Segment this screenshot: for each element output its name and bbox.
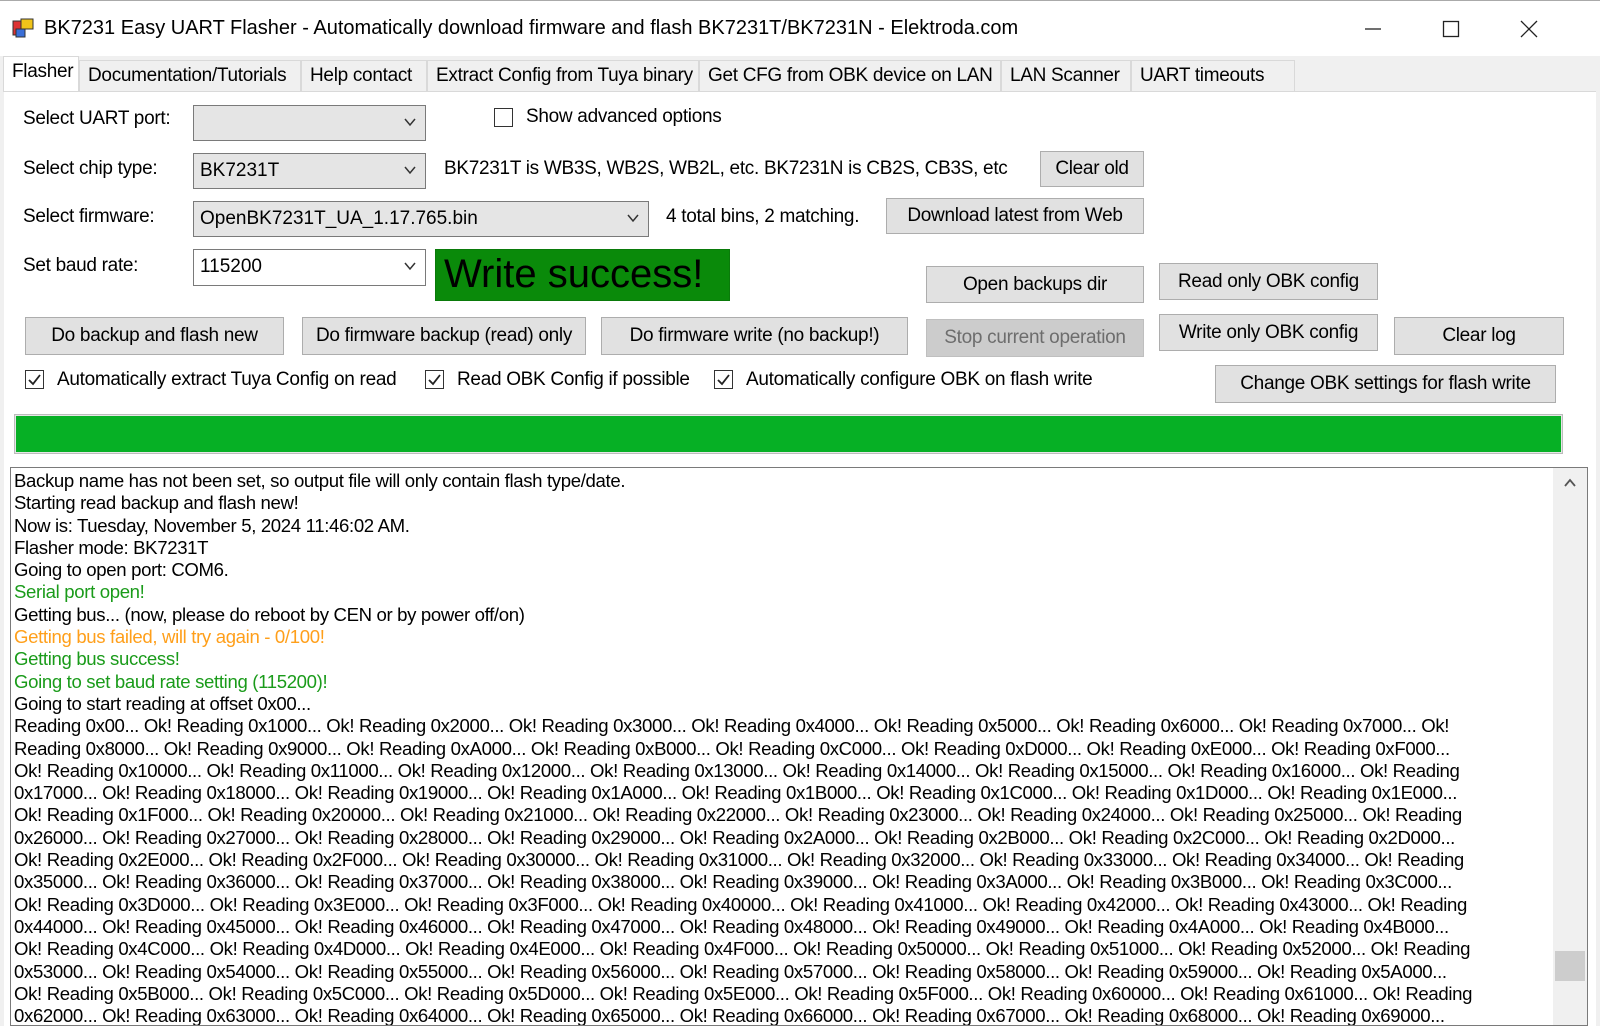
read-only-obk-button[interactable]: Read only OBK config xyxy=(1159,263,1378,300)
tab-help-contact[interactable]: Help contact xyxy=(301,60,427,91)
open-backups-button[interactable]: Open backups dir xyxy=(926,266,1144,303)
maximize-icon xyxy=(1442,20,1460,38)
scroll-thumb[interactable] xyxy=(1555,951,1585,981)
log-line: 0x17000... Ok! Reading 0x18000... Ok! Re… xyxy=(14,782,1458,804)
log-line: Ok! Reading 0x4C000... Ok! Reading 0x4D0… xyxy=(14,938,1471,960)
log-line: Going to set baud rate setting (115200)! xyxy=(14,670,328,692)
log-line: Ok! Reading 0x1F000... Ok! Reading 0x200… xyxy=(14,804,1462,826)
uart-port-select[interactable] xyxy=(193,105,426,141)
baud-rate-combo[interactable]: 115200 xyxy=(193,249,426,286)
stop-operation-button[interactable]: Stop current operation xyxy=(926,319,1144,357)
auto-extract-label: Automatically extract Tuya Config on rea… xyxy=(57,369,397,390)
auto-configure-label: Automatically configure OBK on flash wri… xyxy=(746,369,1093,390)
log-line: 0x35000... Ok! Reading 0x36000... Ok! Re… xyxy=(14,871,1452,893)
backup-and-flash-button[interactable]: Do backup and flash new xyxy=(25,317,284,355)
progress-fill xyxy=(16,416,1561,452)
show-advanced-label: Show advanced options xyxy=(526,106,722,127)
firmware-hint: 4 total bins, 2 matching. xyxy=(666,206,860,227)
chip-type-select[interactable]: BK7231T xyxy=(193,153,426,189)
firmware-write-button[interactable]: Do firmware write (no backup!) xyxy=(601,317,908,355)
progress-bar xyxy=(14,414,1563,454)
log-line: Now is: Tuesday, November 5, 2024 11:46:… xyxy=(14,514,410,536)
log-line: 0x26000... Ok! Reading 0x27000... Ok! Re… xyxy=(14,826,1455,848)
minimize-button[interactable] xyxy=(1334,1,1412,57)
uart-port-label: Select UART port: xyxy=(23,108,171,129)
app-icon xyxy=(12,18,34,38)
log-line: Ok! Reading 0x5B000... Ok! Reading 0x5C0… xyxy=(14,982,1473,1004)
log-line: Reading 0x00... Ok! Reading 0x1000... Ok… xyxy=(14,715,1450,737)
maximize-button[interactable] xyxy=(1412,1,1490,57)
log-line: 0x62000... Ok! Reading 0x63000... Ok! Re… xyxy=(14,1005,1445,1026)
log-line: Backup name has not been set, so output … xyxy=(14,470,626,491)
tab-uart-timeouts[interactable]: UART timeouts xyxy=(1131,60,1295,91)
chevron-down-icon xyxy=(627,214,639,223)
log-line: Ok! Reading 0x3D000... Ok! Reading 0x3E0… xyxy=(14,893,1468,915)
log-line: Getting bus failed, will try again - 0/1… xyxy=(14,626,325,648)
status-banner: Write success! xyxy=(435,249,730,301)
chip-type-value: BK7231T xyxy=(200,160,280,181)
tab-get-cfg-lan[interactable]: Get CFG from OBK device on LAN xyxy=(699,60,1001,91)
tab-documentation[interactable]: Documentation/Tutorials xyxy=(79,60,301,91)
show-advanced-checkbox[interactable] xyxy=(494,108,513,127)
tab-extract-config[interactable]: Extract Config from Tuya binary xyxy=(427,60,699,91)
log-line: Ok! Reading 0x2E000... Ok! Reading 0x2F0… xyxy=(14,849,1464,871)
checkmark-icon xyxy=(28,374,41,386)
firmware-backup-button[interactable]: Do firmware backup (read) only xyxy=(302,317,586,355)
read-obk-label: Read OBK Config if possible xyxy=(457,369,690,390)
chip-hint: BK7231T is WB3S, WB2S, WB2L, etc. BK7231… xyxy=(444,158,1008,179)
tab-lan-scanner[interactable]: LAN Scanner xyxy=(1001,60,1131,91)
auto-configure-checkbox[interactable] xyxy=(714,370,733,389)
log-line: Flasher mode: BK7231T xyxy=(14,536,209,558)
log-line: Going to open port: COM6. xyxy=(14,559,229,581)
clear-log-button[interactable]: Clear log xyxy=(1394,317,1564,355)
tab-flasher[interactable]: Flasher xyxy=(3,56,79,92)
firmware-value: OpenBK7231T_UA_1.17.765.bin xyxy=(200,208,478,229)
baud-label: Set baud rate: xyxy=(23,255,139,276)
chevron-up-icon[interactable] xyxy=(1563,476,1577,490)
checkmark-icon xyxy=(717,374,730,386)
log-line: 0x44000... Ok! Reading 0x45000... Ok! Re… xyxy=(14,915,1449,937)
checkmark-icon xyxy=(428,374,441,386)
tab-strip: Flasher Documentation/Tutorials Help con… xyxy=(0,56,1600,92)
title-bar[interactable]: BK7231 Easy UART Flasher - Automatically… xyxy=(0,0,1600,56)
log-line: Reading 0x8000... Ok! Reading 0x9000... … xyxy=(14,737,1450,759)
close-icon xyxy=(1520,20,1538,38)
window-title: BK7231 Easy UART Flasher - Automatically… xyxy=(44,17,1019,39)
chevron-down-icon xyxy=(404,118,416,127)
log-output[interactable]: Backup name has not been set, so output … xyxy=(10,467,1588,1026)
close-button[interactable] xyxy=(1490,1,1568,57)
log-line: Getting bus... (now, please do reboot by… xyxy=(14,603,525,625)
baud-rate-value: 115200 xyxy=(200,256,262,277)
read-obk-checkbox[interactable] xyxy=(425,370,444,389)
log-line: Serial port open! xyxy=(14,581,145,603)
write-only-obk-button[interactable]: Write only OBK config xyxy=(1159,314,1378,351)
download-latest-button[interactable]: Download latest from Web xyxy=(886,198,1144,234)
log-line: Getting bus success! xyxy=(14,648,180,670)
chevron-down-icon xyxy=(404,262,416,271)
change-obk-settings-button[interactable]: Change OBK settings for flash write xyxy=(1215,365,1556,403)
auto-extract-checkbox[interactable] xyxy=(25,370,44,389)
log-line: Going to start reading at offset 0x00... xyxy=(14,692,311,714)
log-scrollbar[interactable] xyxy=(1553,468,1587,1025)
log-line: Starting read backup and flash new! xyxy=(14,492,299,514)
log-line: Ok! Reading 0x10000... Ok! Reading 0x110… xyxy=(14,759,1460,781)
app-window: BK7231 Easy UART Flasher - Automatically… xyxy=(0,0,1600,1026)
firmware-label: Select firmware: xyxy=(23,206,155,227)
clear-old-button[interactable]: Clear old xyxy=(1040,151,1144,187)
log-line: 0x53000... Ok! Reading 0x54000... Ok! Re… xyxy=(14,960,1447,982)
minimize-icon xyxy=(1365,28,1381,30)
chip-type-label: Select chip type: xyxy=(23,158,158,179)
firmware-select[interactable]: OpenBK7231T_UA_1.17.765.bin xyxy=(193,201,649,237)
chevron-down-icon xyxy=(404,166,416,175)
log-lines: Backup name has not been set, so output … xyxy=(14,470,1529,1026)
